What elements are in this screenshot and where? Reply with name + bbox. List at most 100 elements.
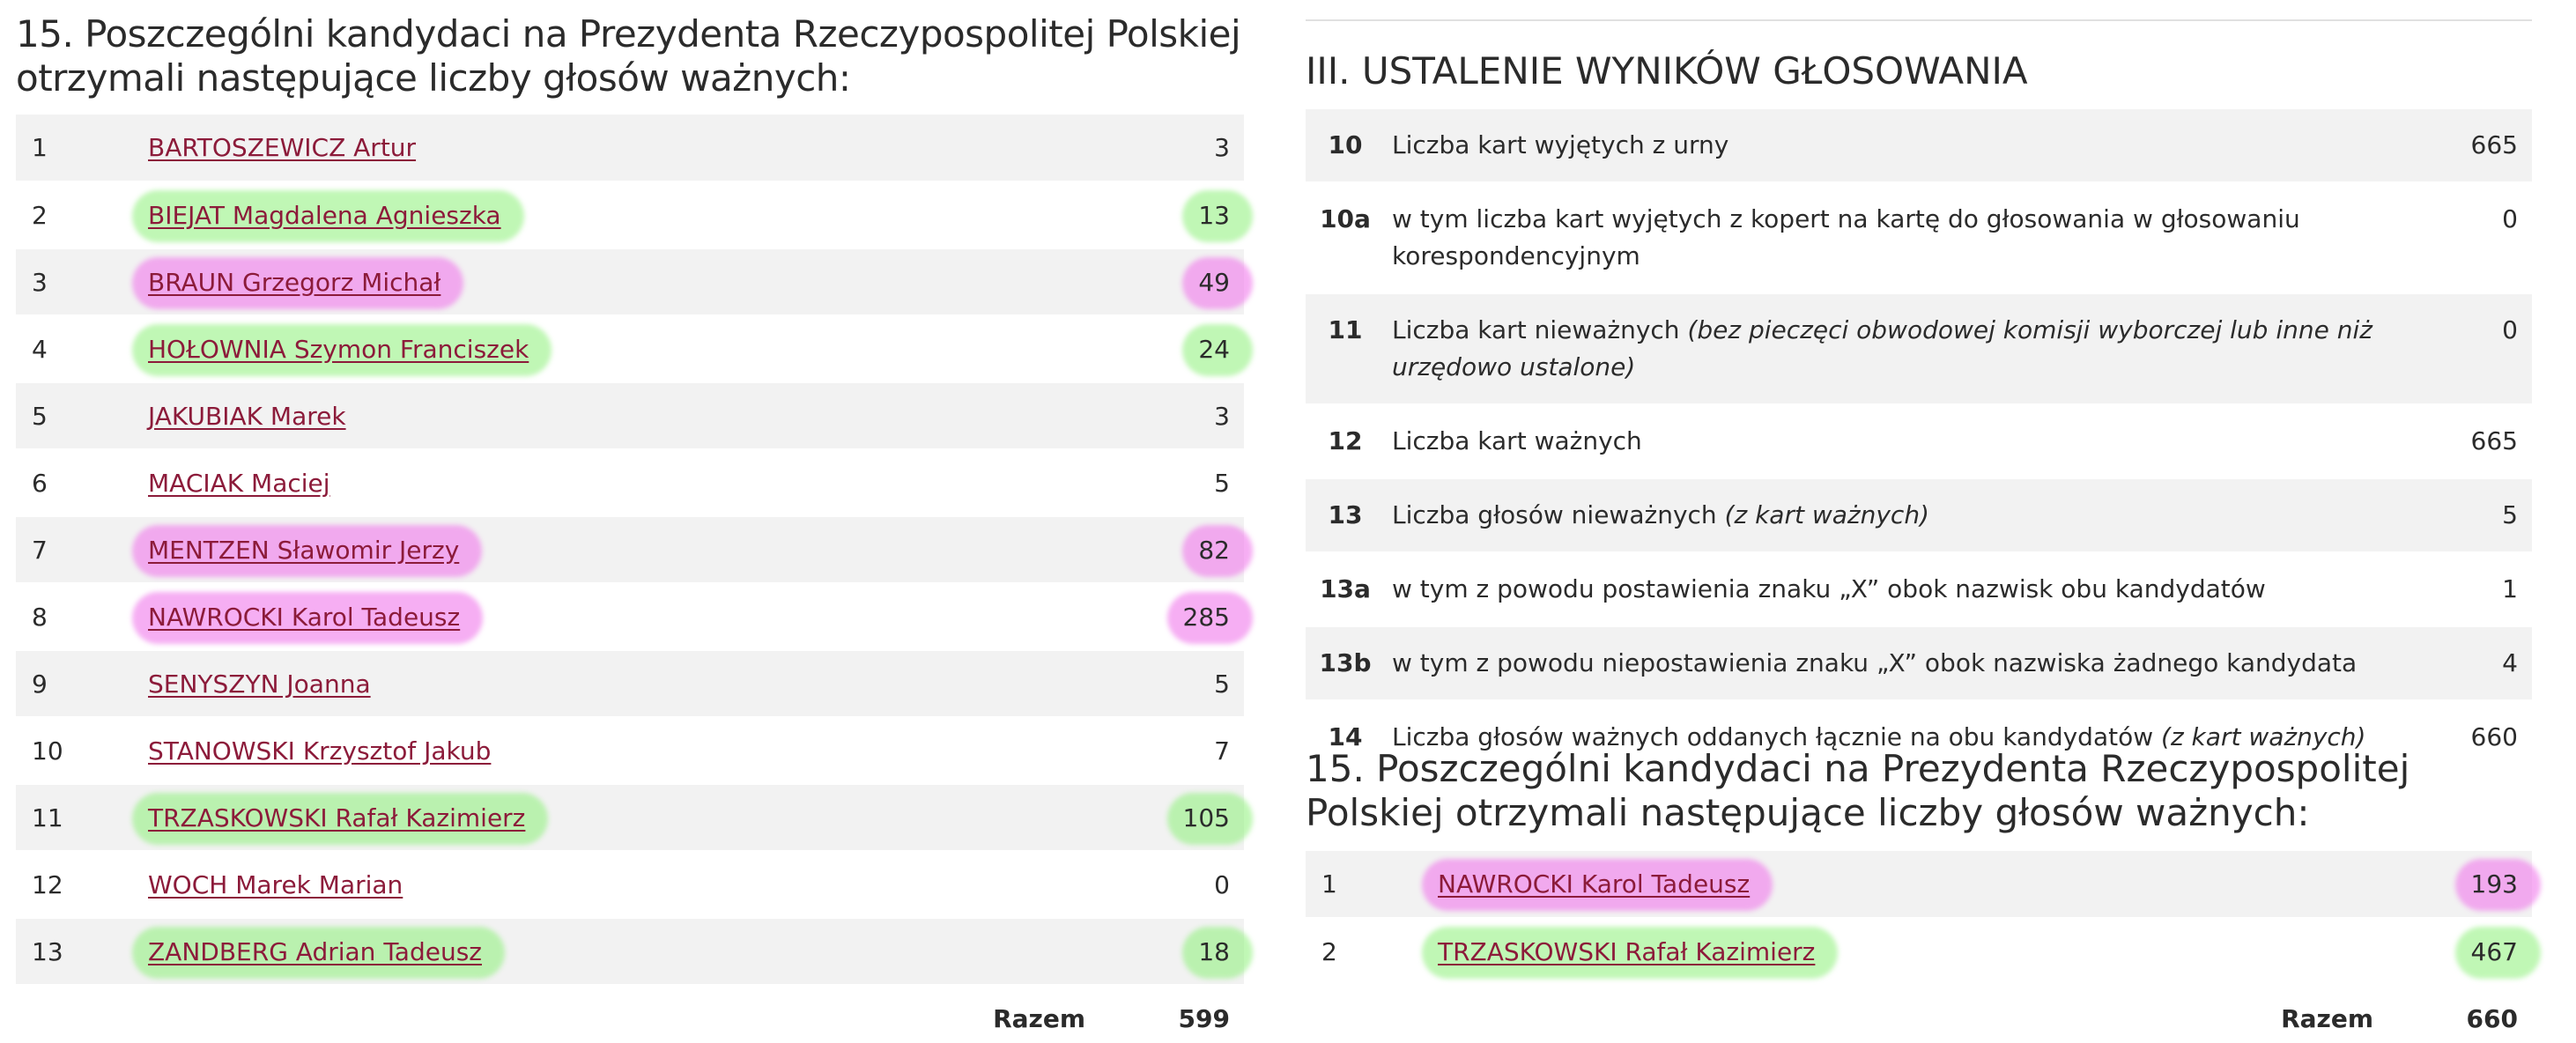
summary-row: 10 Liczba kart wyjętych z urny 665 [1306, 109, 2532, 182]
candidate-link[interactable]: TRZASKOWSKI Rafał Kazimierz [1438, 937, 1815, 966]
summary-code: 11 [1328, 315, 1363, 344]
candidate-link[interactable]: BRAUN Grzegorz Michał [148, 268, 440, 297]
candidate-link[interactable]: BARTOSZEWICZ Artur [148, 133, 416, 162]
total-row: Razem 599 [16, 985, 1244, 1043]
summary-row: 10a w tym liczba kart wyjętych z kopert n… [1306, 182, 2532, 293]
candidate-votes: 3 [1214, 133, 1230, 162]
candidate-votes: 3 [1214, 401, 1230, 431]
right-candidates-section: 15. Poszczególni kandydaci na Prezydenta… [1306, 747, 2532, 1043]
left-section-title: 15. Poszczególni kandydaci na Prezydenta… [16, 12, 1241, 100]
candidate-link[interactable]: ZANDBERG Adrian Tadeusz [148, 937, 482, 966]
summary-code: 13 [1328, 500, 1363, 529]
summary-value: 4 [2502, 648, 2518, 677]
summary-text: Liczba głosów nieważnych [1392, 500, 1725, 529]
candidate-row: 6 MACIAK Maciej 5 [16, 449, 1244, 516]
candidate-number: 7 [32, 535, 48, 565]
votes-highlight: 5 [1214, 469, 1230, 498]
candidate-link[interactable]: BIEJAT Magdalena Agnieszka [148, 201, 501, 230]
candidate-votes: 0 [1214, 869, 1230, 899]
right-section-title: 15. Poszczególni kandydaci na Prezydenta… [1306, 747, 2410, 834]
candidate-link[interactable]: MENTZEN Sławomir Jerzy [148, 536, 459, 565]
votes-highlight: 467 [2471, 937, 2518, 966]
summary-value: 5 [2502, 500, 2518, 529]
votes-highlight: 49 [1198, 268, 1230, 297]
left-candidates-table: 1 BARTOSZEWICZ Artur 3 2 BIEJAT Magdalena Ag… [16, 115, 1244, 1043]
left-results-panel: 15. Poszczególni kandydaci na Prezydenta… [16, 0, 1244, 1043]
candidate-name-cell: ZANDBERG Adrian Tadeusz [148, 918, 1138, 985]
summary-row: 11 Liczba kart nieważnych (bez pieczęci o… [1306, 293, 2532, 404]
summary-description: Liczba kart nieważnych (bez pieczęci obw… [1385, 293, 2409, 404]
votes-highlight: 3 [1214, 402, 1230, 431]
candidate-number: 13 [32, 936, 63, 966]
total-value: 660 [2466, 1004, 2518, 1033]
candidate-row: 9 SENYSZYN Joanna 5 [16, 650, 1244, 717]
summary-text: Liczba kart ważnych [1392, 426, 1642, 455]
summary-text: w tym z powodu niepostawienia znaku „X” … [1392, 648, 2358, 677]
candidate-row: 8 NAWROCKI Karol Tadeusz 285 [16, 583, 1244, 650]
candidate-name: BRAUN Grzegorz Michał [148, 267, 441, 297]
candidate-row: 2 BIEJAT Magdalena Agnieszka 13 [16, 181, 1244, 248]
candidate-name-cell: HOŁOWNIA Szymon Franciszek [148, 315, 1138, 382]
candidate-name-cell: TRZASKOWSKI Rafał Kazimierz [1438, 918, 2426, 985]
candidate-link[interactable]: NAWROCKI Karol Tadeusz [1438, 869, 1750, 899]
candidate-name: NAWROCKI Karol Tadeusz [148, 602, 461, 632]
candidate-votes-cell: 13 [1138, 181, 1244, 248]
candidate-link[interactable]: SENYSZYN Joanna [148, 669, 371, 699]
candidate-link[interactable]: HOŁOWNIA Szymon Franciszek [148, 335, 529, 364]
candidate-row: 12 WOCH Marek Marian 0 [16, 851, 1244, 918]
candidate-votes: 82 [1198, 535, 1230, 565]
candidate-name-cell: BIEJAT Magdalena Agnieszka [148, 181, 1138, 248]
candidate-number: 12 [32, 869, 63, 899]
votes-highlight: 3 [1214, 133, 1230, 162]
summary-description: Liczba kart ważnych [1385, 404, 2409, 478]
candidate-name: ZANDBERG Adrian Tadeusz [148, 936, 482, 966]
candidate-link[interactable]: JAKUBIAK Marek [148, 402, 346, 431]
candidate-number: 5 [32, 401, 48, 431]
candidate-name: HOŁOWNIA Szymon Franciszek [148, 334, 529, 364]
candidate-row: 7 MENTZEN Sławomir Jerzy 82 [16, 516, 1244, 583]
candidate-name-cell: TRZASKOWSKI Rafał Kazimierz [148, 784, 1138, 851]
summary-text: w tym liczba kart wyjętych z kopert na k… [1392, 204, 2300, 270]
candidate-votes-cell: 0 [1138, 851, 1244, 918]
candidate-votes-cell: 105 [1138, 784, 1244, 851]
summary-description: w tym liczba kart wyjętych z kopert na k… [1385, 182, 2409, 293]
candidate-votes-cell: 82 [1138, 516, 1244, 583]
candidate-link[interactable]: WOCH Marek Marian [148, 870, 403, 899]
candidate-votes-cell: 285 [1138, 583, 1244, 650]
total-spacer [1306, 985, 1438, 1043]
candidate-link[interactable]: TRZASKOWSKI Rafał Kazimierz [148, 803, 525, 832]
summary-value: 0 [2502, 204, 2518, 233]
candidate-name: JAKUBIAK Marek [148, 401, 346, 431]
summary-text: w tym z powodu postawienia znaku „X” obo… [1392, 574, 2266, 603]
candidate-number: 1 [32, 133, 48, 162]
candidate-votes-cell: 24 [1138, 315, 1244, 382]
candidate-votes: 285 [1182, 602, 1230, 632]
summary-code: 10a [1320, 204, 1371, 233]
candidate-name-cell: SENYSZYN Joanna [148, 650, 1138, 717]
candidate-link[interactable]: MACIAK Maciej [148, 469, 330, 498]
summary-value: 0 [2502, 315, 2518, 344]
candidate-votes: 13 [1198, 200, 1230, 230]
candidate-link[interactable]: STANOWSKI Krzysztof Jakub [148, 736, 491, 766]
candidate-row: 1 BARTOSZEWICZ Artur 3 [16, 115, 1244, 181]
candidate-votes: 105 [1182, 803, 1230, 832]
summary-note: (z kart ważnych) [1724, 500, 1929, 529]
candidate-row: 2 TRZASKOWSKI Rafał Kazimierz 467 [1306, 918, 2532, 985]
summary-description: Liczba głosów nieważnych (z kart ważnych… [1385, 478, 2409, 552]
summary-value: 1 [2502, 574, 2518, 603]
total-label: Razem [2281, 1004, 2373, 1033]
candidate-link[interactable]: NAWROCKI Karol Tadeusz [148, 603, 460, 632]
summary-description: w tym z powodu niepostawienia znaku „X” … [1385, 626, 2409, 700]
votes-highlight: 0 [1214, 870, 1230, 899]
candidate-votes: 7 [1214, 736, 1230, 766]
candidate-votes: 24 [1198, 334, 1230, 364]
summary-value: 665 [2470, 130, 2518, 159]
candidate-row: 3 BRAUN Grzegorz Michał 49 [16, 248, 1244, 315]
candidate-row: 1 NAWROCKI Karol Tadeusz 193 [1306, 851, 2532, 918]
candidate-row: 10 STANOWSKI Krzysztof Jakub 7 [16, 717, 1244, 784]
summary-row: 13b w tym z powodu niepostawienia znaku „… [1306, 626, 2532, 700]
candidate-name-cell: MACIAK Maciej [148, 449, 1138, 516]
candidate-votes-cell: 18 [1138, 918, 1244, 985]
right-candidates-table: 1 NAWROCKI Karol Tadeusz 193 2 TRZASKOWSKI R… [1306, 851, 2532, 1043]
candidate-row: 4 HOŁOWNIA Szymon Franciszek 24 [16, 315, 1244, 382]
